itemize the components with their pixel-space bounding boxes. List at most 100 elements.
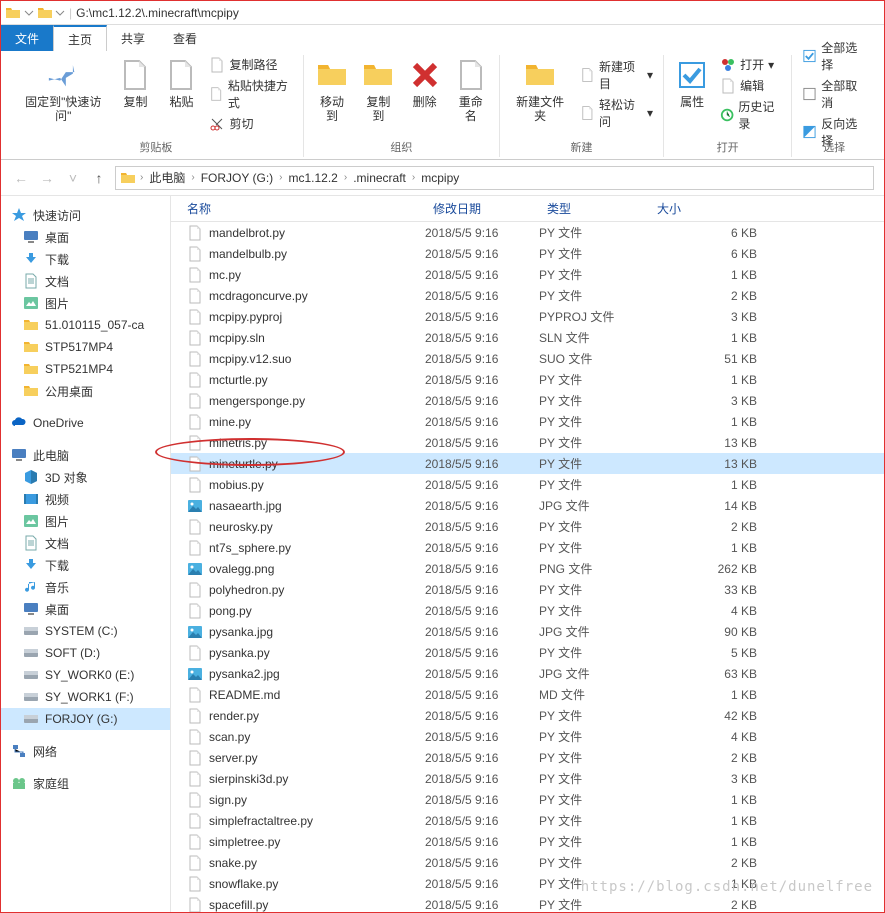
sidebar-item[interactable]: 51.010115_057-ca	[1, 314, 170, 336]
file-row[interactable]: pong.py2018/5/5 9:16PY 文件4 KB	[171, 600, 884, 621]
file-row[interactable]: server.py2018/5/5 9:16PY 文件2 KB	[171, 747, 884, 768]
sidebar-item[interactable]: STP517MP4	[1, 336, 170, 358]
sidebar-item[interactable]: STP521MP4	[1, 358, 170, 380]
sidebar-quick-access[interactable]: 快速访问	[1, 204, 170, 226]
paste-shortcut-button[interactable]: 粘贴快捷方式	[205, 76, 296, 112]
move-to-button[interactable]: 移动到	[310, 55, 354, 133]
file-row[interactable]: mcpipy.pyproj2018/5/5 9:16PYPROJ 文件3 KB	[171, 306, 884, 327]
pin-quick-access-button[interactable]: 固定到"快速访问"	[15, 55, 111, 133]
sidebar-item[interactable]: 音乐	[1, 576, 170, 598]
file-row[interactable]: mcdragoncurve.py2018/5/5 9:16PY 文件2 KB	[171, 285, 884, 306]
file-row[interactable]: mcpipy.sln2018/5/5 9:16SLN 文件1 KB	[171, 327, 884, 348]
sidebar-item[interactable]: 桌面	[1, 598, 170, 620]
file-row[interactable]: mengersponge.py2018/5/5 9:16PY 文件3 KB	[171, 390, 884, 411]
file-row[interactable]: sign.py2018/5/5 9:16PY 文件1 KB	[171, 789, 884, 810]
nav-back-button[interactable]: ←	[11, 168, 31, 188]
col-date[interactable]: 修改日期	[425, 200, 539, 217]
sidebar-item[interactable]: 图片	[1, 510, 170, 532]
select-none-button[interactable]: 全部取消	[798, 76, 870, 112]
sidebar-homegroup[interactable]: 家庭组	[1, 772, 170, 794]
nav-forward-button[interactable]: →	[37, 168, 57, 188]
app-folder-icon	[37, 5, 53, 21]
sidebar-item[interactable]: 图片	[1, 292, 170, 314]
file-row[interactable]: simpletree.py2018/5/5 9:16PY 文件1 KB	[171, 831, 884, 852]
file-row[interactable]: mc.py2018/5/5 9:16PY 文件1 KB	[171, 264, 884, 285]
copy-button[interactable]: 复制	[113, 55, 157, 133]
sidebar-item[interactable]: SOFT (D:)	[1, 642, 170, 664]
file-row[interactable]: mandelbulb.py2018/5/5 9:16PY 文件6 KB	[171, 243, 884, 264]
cut-button[interactable]: 剪切	[205, 114, 296, 133]
sidebar-item[interactable]: 文档	[1, 532, 170, 554]
address-bar[interactable]: › 此电脑› FORJOY (G:)› mc1.12.2› .minecraft…	[115, 166, 874, 190]
properties-button[interactable]: 属性	[670, 55, 714, 133]
col-size[interactable]: 大小	[649, 200, 773, 217]
sidebar-item[interactable]: 桌面	[1, 226, 170, 248]
file-row[interactable]: mcpipy.v12.suo2018/5/5 9:16SUO 文件51 KB	[171, 348, 884, 369]
copy-to-button[interactable]: 复制到	[356, 55, 400, 133]
sidebar-item[interactable]: SYSTEM (C:)	[1, 620, 170, 642]
tab-file[interactable]: 文件	[1, 25, 53, 51]
file-row[interactable]: snowflake.py2018/5/5 9:16PY 文件1 KB	[171, 873, 884, 894]
file-row[interactable]: pysanka2.jpg2018/5/5 9:16JPG 文件63 KB	[171, 663, 884, 684]
file-row[interactable]: sierpinski3d.py2018/5/5 9:16PY 文件3 KB	[171, 768, 884, 789]
nav-recent-button[interactable]: ˅	[63, 168, 83, 188]
edit-button[interactable]: 编辑	[716, 76, 785, 95]
crumb[interactable]: mc1.12.2	[285, 171, 342, 185]
file-row[interactable]: nasaearth.jpg2018/5/5 9:16JPG 文件14 KB	[171, 495, 884, 516]
sidebar-item[interactable]: FORJOY (G:)	[1, 708, 170, 730]
dropdown-icon[interactable]	[55, 7, 65, 19]
file-icon	[187, 267, 203, 283]
file-row[interactable]: nt7s_sphere.py2018/5/5 9:16PY 文件1 KB	[171, 537, 884, 558]
file-row[interactable]: minetris.py2018/5/5 9:16PY 文件13 KB	[171, 432, 884, 453]
copy-path-button[interactable]: 复制路径	[205, 55, 296, 74]
tab-share[interactable]: 共享	[107, 25, 159, 51]
nav-up-button[interactable]: ↑	[89, 168, 109, 188]
crumb[interactable]: .minecraft	[349, 171, 410, 185]
file-row[interactable]: polyhedron.py2018/5/5 9:16PY 文件33 KB	[171, 579, 884, 600]
sidebar-item[interactable]: 公用桌面	[1, 380, 170, 402]
open-button[interactable]: 打开 ▾	[716, 55, 785, 74]
file-row[interactable]: mcturtle.py2018/5/5 9:16PY 文件1 KB	[171, 369, 884, 390]
new-item-button[interactable]: 新建项目 ▾	[576, 57, 657, 93]
file-row[interactable]: scan.py2018/5/5 9:16PY 文件4 KB	[171, 726, 884, 747]
easy-access-button[interactable]: 轻松访问 ▾	[576, 95, 657, 131]
sidebar-onedrive[interactable]: OneDrive	[1, 412, 170, 434]
crumb[interactable]: 此电脑	[145, 169, 189, 186]
file-icon	[187, 540, 203, 556]
file-row[interactable]: render.py2018/5/5 9:16PY 文件42 KB	[171, 705, 884, 726]
file-row[interactable]: README.md2018/5/5 9:16MD 文件1 KB	[171, 684, 884, 705]
sidebar-item[interactable]: 3D 对象	[1, 466, 170, 488]
sidebar-item[interactable]: SY_WORK0 (E:)	[1, 664, 170, 686]
col-name[interactable]: 名称	[171, 200, 425, 217]
sidebar-this-pc[interactable]: 此电脑	[1, 444, 170, 466]
file-row[interactable]: mineturtle.py2018/5/5 9:16PY 文件13 KB	[171, 453, 884, 474]
file-row[interactable]: pysanka.py2018/5/5 9:16PY 文件5 KB	[171, 642, 884, 663]
col-type[interactable]: 类型	[539, 200, 649, 217]
file-row[interactable]: mobius.py2018/5/5 9:16PY 文件1 KB	[171, 474, 884, 495]
rename-button[interactable]: 重命名	[449, 55, 493, 133]
file-row[interactable]: mine.py2018/5/5 9:16PY 文件1 KB	[171, 411, 884, 432]
sidebar-item[interactable]: 文档	[1, 270, 170, 292]
sidebar-item[interactable]: 视频	[1, 488, 170, 510]
down-chevron-icon[interactable]	[23, 7, 35, 19]
file-row[interactable]: ovalegg.png2018/5/5 9:16PNG 文件262 KB	[171, 558, 884, 579]
paste-button[interactable]: 粘贴	[159, 55, 203, 133]
file-row[interactable]: simplefractaltree.py2018/5/5 9:16PY 文件1 …	[171, 810, 884, 831]
file-row[interactable]: pysanka.jpg2018/5/5 9:16JPG 文件90 KB	[171, 621, 884, 642]
tab-view[interactable]: 查看	[159, 25, 211, 51]
select-all-button[interactable]: 全部选择	[798, 38, 870, 74]
file-row[interactable]: mandelbrot.py2018/5/5 9:16PY 文件6 KB	[171, 222, 884, 243]
new-folder-button[interactable]: 新建文件夹	[506, 55, 574, 133]
crumb[interactable]: mcpipy	[417, 171, 463, 185]
sidebar-network[interactable]: 网络	[1, 740, 170, 762]
tab-home[interactable]: 主页	[53, 25, 107, 51]
crumb[interactable]: FORJOY (G:)	[197, 171, 277, 185]
file-row[interactable]: neurosky.py2018/5/5 9:16PY 文件2 KB	[171, 516, 884, 537]
sidebar-item[interactable]: 下载	[1, 554, 170, 576]
delete-button[interactable]: 删除	[403, 55, 447, 133]
file-row[interactable]: snake.py2018/5/5 9:16PY 文件2 KB	[171, 852, 884, 873]
sidebar-item[interactable]: 下载	[1, 248, 170, 270]
sidebar-item[interactable]: SY_WORK1 (F:)	[1, 686, 170, 708]
history-button[interactable]: 历史记录	[716, 97, 785, 133]
file-row[interactable]: spacefill.py2018/5/5 9:16PY 文件2 KB	[171, 894, 884, 912]
